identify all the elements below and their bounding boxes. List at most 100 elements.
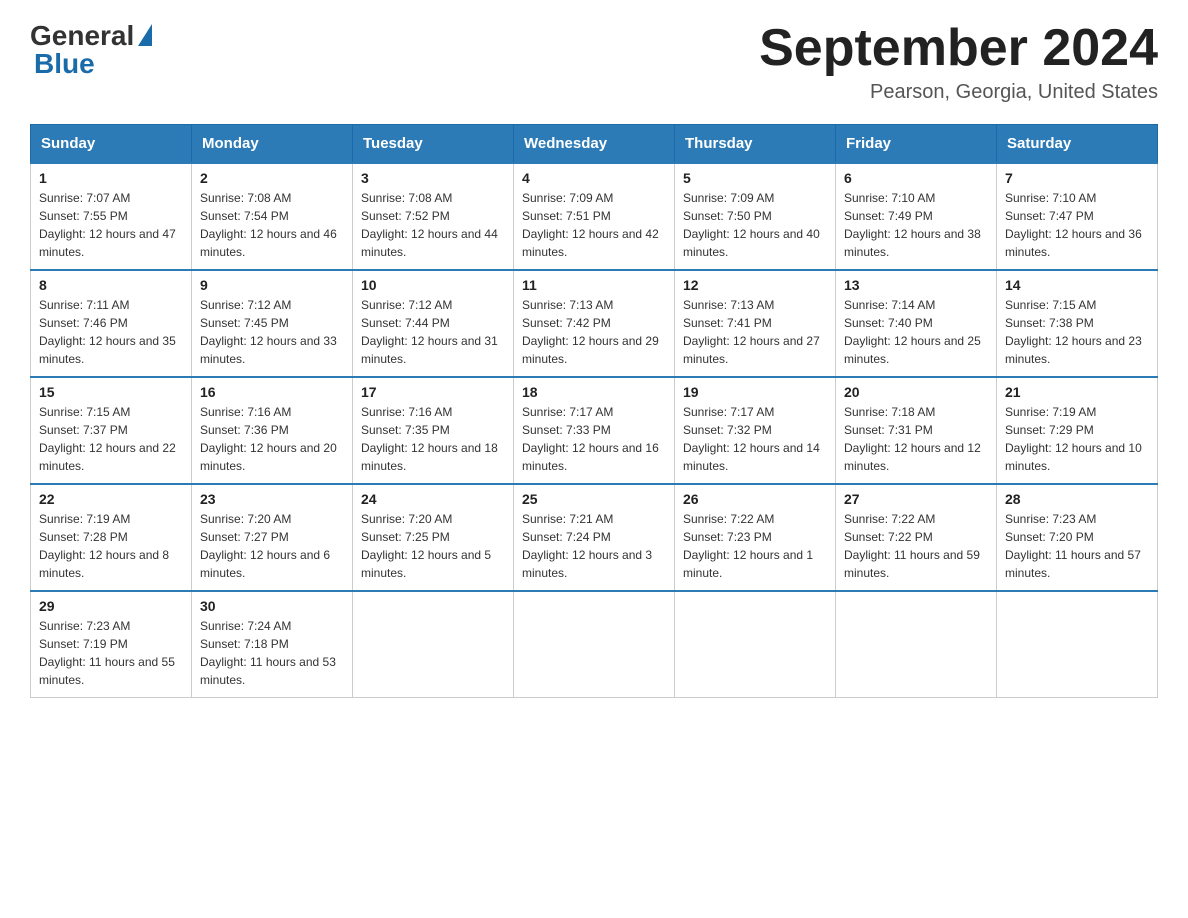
calendar-cell: 18 Sunrise: 7:17 AMSunset: 7:33 PMDayligh…	[514, 377, 675, 484]
weekday-header-monday: Monday	[192, 125, 353, 164]
week-row-4: 22Sunrise: 7:19 AMSunset: 7:28 PMDayligh…	[31, 484, 1158, 591]
calendar-cell: 9 Sunrise: 7:12 AMSunset: 7:45 PMDaylight…	[192, 270, 353, 377]
logo: General Blue	[30, 20, 152, 80]
day-info: Sunrise: 7:12 AMSunset: 7:45 PMDaylight:…	[200, 296, 344, 368]
day-number: 18	[522, 384, 666, 400]
day-number: 19	[683, 384, 827, 400]
day-number: 8	[39, 277, 183, 293]
day-info: Sunrise: 7:23 AMSunset: 7:19 PMDaylight:…	[39, 617, 183, 689]
day-info: Sunrise: 7:07 AMSunset: 7:55 PMDaylight:…	[39, 189, 183, 261]
day-info: Sunrise: 7:22 AMSunset: 7:22 PMDaylight:…	[844, 510, 988, 582]
day-info: Sunrise: 7:20 AMSunset: 7:25 PMDaylight:…	[361, 510, 505, 582]
day-info: Sunrise: 7:20 AMSunset: 7:27 PMDaylight:…	[200, 510, 344, 582]
calendar-cell: 15 Sunrise: 7:15 AMSunset: 7:37 PMDayligh…	[31, 377, 192, 484]
title-area: September 2024 Pearson, Georgia, United …	[759, 20, 1158, 104]
weekday-header-saturday: Saturday	[997, 125, 1158, 164]
day-number: 29	[39, 598, 183, 614]
day-number: 30	[200, 598, 344, 614]
day-info: Sunrise: 7:16 AMSunset: 7:35 PMDaylight:…	[361, 403, 505, 475]
day-info: Sunrise: 7:21 AMSunset: 7:24 PMDaylight:…	[522, 510, 666, 582]
day-number: 14	[1005, 277, 1149, 293]
day-info: Sunrise: 7:17 AMSunset: 7:33 PMDaylight:…	[522, 403, 666, 475]
weekday-header-tuesday: Tuesday	[353, 125, 514, 164]
day-number: 2	[200, 170, 344, 186]
day-number: 15	[39, 384, 183, 400]
day-number: 11	[522, 277, 666, 293]
day-info: Sunrise: 7:13 AMSunset: 7:42 PMDaylight:…	[522, 296, 666, 368]
calendar-cell: 27 Sunrise: 7:22 AMSunset: 7:22 PMDayligh…	[836, 484, 997, 591]
calendar-cell: 2 Sunrise: 7:08 AMSunset: 7:54 PMDaylight…	[192, 163, 353, 270]
calendar-cell: 25 Sunrise: 7:21 AMSunset: 7:24 PMDayligh…	[514, 484, 675, 591]
day-info: Sunrise: 7:24 AMSunset: 7:18 PMDaylight:…	[200, 617, 344, 689]
day-number: 25	[522, 491, 666, 507]
day-number: 17	[361, 384, 505, 400]
calendar-cell: 17 Sunrise: 7:16 AMSunset: 7:35 PMDayligh…	[353, 377, 514, 484]
weekday-header-thursday: Thursday	[675, 125, 836, 164]
day-info: Sunrise: 7:14 AMSunset: 7:40 PMDaylight:…	[844, 296, 988, 368]
calendar-cell: 22Sunrise: 7:19 AMSunset: 7:28 PMDayligh…	[31, 484, 192, 591]
day-info: Sunrise: 7:23 AMSunset: 7:20 PMDaylight:…	[1005, 510, 1149, 582]
day-info: Sunrise: 7:10 AMSunset: 7:47 PMDaylight:…	[1005, 189, 1149, 261]
day-info: Sunrise: 7:13 AMSunset: 7:41 PMDaylight:…	[683, 296, 827, 368]
day-number: 20	[844, 384, 988, 400]
weekday-header-row: SundayMondayTuesdayWednesdayThursdayFrid…	[31, 125, 1158, 164]
calendar-cell: 1 Sunrise: 7:07 AMSunset: 7:55 PMDaylight…	[31, 163, 192, 270]
calendar-cell: 19 Sunrise: 7:17 AMSunset: 7:32 PMDayligh…	[675, 377, 836, 484]
day-info: Sunrise: 7:15 AMSunset: 7:38 PMDaylight:…	[1005, 296, 1149, 368]
calendar-cell: 13 Sunrise: 7:14 AMSunset: 7:40 PMDayligh…	[836, 270, 997, 377]
calendar-cell: 30 Sunrise: 7:24 AMSunset: 7:18 PMDayligh…	[192, 591, 353, 698]
day-number: 3	[361, 170, 505, 186]
calendar-cell: 10 Sunrise: 7:12 AMSunset: 7:44 PMDayligh…	[353, 270, 514, 377]
calendar-cell	[675, 591, 836, 698]
day-info: Sunrise: 7:08 AMSunset: 7:52 PMDaylight:…	[361, 189, 505, 261]
day-number: 16	[200, 384, 344, 400]
day-info: Sunrise: 7:09 AMSunset: 7:51 PMDaylight:…	[522, 189, 666, 261]
calendar-cell: 26 Sunrise: 7:22 AMSunset: 7:23 PMDayligh…	[675, 484, 836, 591]
day-number: 28	[1005, 491, 1149, 507]
calendar-cell	[353, 591, 514, 698]
day-number: 1	[39, 170, 183, 186]
day-info: Sunrise: 7:22 AMSunset: 7:23 PMDaylight:…	[683, 510, 827, 582]
week-row-3: 15 Sunrise: 7:15 AMSunset: 7:37 PMDayligh…	[31, 377, 1158, 484]
week-row-5: 29 Sunrise: 7:23 AMSunset: 7:19 PMDayligh…	[31, 591, 1158, 698]
calendar-cell: 12 Sunrise: 7:13 AMSunset: 7:41 PMDayligh…	[675, 270, 836, 377]
day-info: Sunrise: 7:17 AMSunset: 7:32 PMDaylight:…	[683, 403, 827, 475]
weekday-header-sunday: Sunday	[31, 125, 192, 164]
day-number: 9	[200, 277, 344, 293]
day-info: Sunrise: 7:12 AMSunset: 7:44 PMDaylight:…	[361, 296, 505, 368]
calendar-cell	[997, 591, 1158, 698]
page-header: General Blue September 2024 Pearson, Geo…	[30, 20, 1158, 104]
calendar-cell: 5Sunrise: 7:09 AMSunset: 7:50 PMDaylight…	[675, 163, 836, 270]
day-info: Sunrise: 7:08 AMSunset: 7:54 PMDaylight:…	[200, 189, 344, 261]
day-info: Sunrise: 7:09 AMSunset: 7:50 PMDaylight:…	[683, 189, 827, 261]
day-number: 6	[844, 170, 988, 186]
week-row-1: 1 Sunrise: 7:07 AMSunset: 7:55 PMDaylight…	[31, 163, 1158, 270]
calendar-subtitle: Pearson, Georgia, United States	[759, 81, 1158, 104]
weekday-header-friday: Friday	[836, 125, 997, 164]
day-number: 22	[39, 491, 183, 507]
day-number: 27	[844, 491, 988, 507]
day-info: Sunrise: 7:15 AMSunset: 7:37 PMDaylight:…	[39, 403, 183, 475]
calendar-cell: 24 Sunrise: 7:20 AMSunset: 7:25 PMDayligh…	[353, 484, 514, 591]
calendar-cell: 6 Sunrise: 7:10 AMSunset: 7:49 PMDaylight…	[836, 163, 997, 270]
day-number: 24	[361, 491, 505, 507]
week-row-2: 8 Sunrise: 7:11 AMSunset: 7:46 PMDaylight…	[31, 270, 1158, 377]
calendar-cell: 8 Sunrise: 7:11 AMSunset: 7:46 PMDaylight…	[31, 270, 192, 377]
calendar-cell: 29 Sunrise: 7:23 AMSunset: 7:19 PMDayligh…	[31, 591, 192, 698]
day-number: 13	[844, 277, 988, 293]
day-number: 26	[683, 491, 827, 507]
logo-blue-text: Blue	[34, 48, 95, 80]
calendar-cell: 7Sunrise: 7:10 AMSunset: 7:47 PMDaylight…	[997, 163, 1158, 270]
day-info: Sunrise: 7:10 AMSunset: 7:49 PMDaylight:…	[844, 189, 988, 261]
calendar-cell	[514, 591, 675, 698]
calendar-table: SundayMondayTuesdayWednesdayThursdayFrid…	[30, 124, 1158, 698]
day-info: Sunrise: 7:18 AMSunset: 7:31 PMDaylight:…	[844, 403, 988, 475]
day-number: 23	[200, 491, 344, 507]
calendar-cell: 11 Sunrise: 7:13 AMSunset: 7:42 PMDayligh…	[514, 270, 675, 377]
day-number: 12	[683, 277, 827, 293]
day-info: Sunrise: 7:11 AMSunset: 7:46 PMDaylight:…	[39, 296, 183, 368]
day-number: 10	[361, 277, 505, 293]
calendar-cell: 4 Sunrise: 7:09 AMSunset: 7:51 PMDaylight…	[514, 163, 675, 270]
logo-triangle-icon	[138, 24, 152, 46]
day-number: 4	[522, 170, 666, 186]
